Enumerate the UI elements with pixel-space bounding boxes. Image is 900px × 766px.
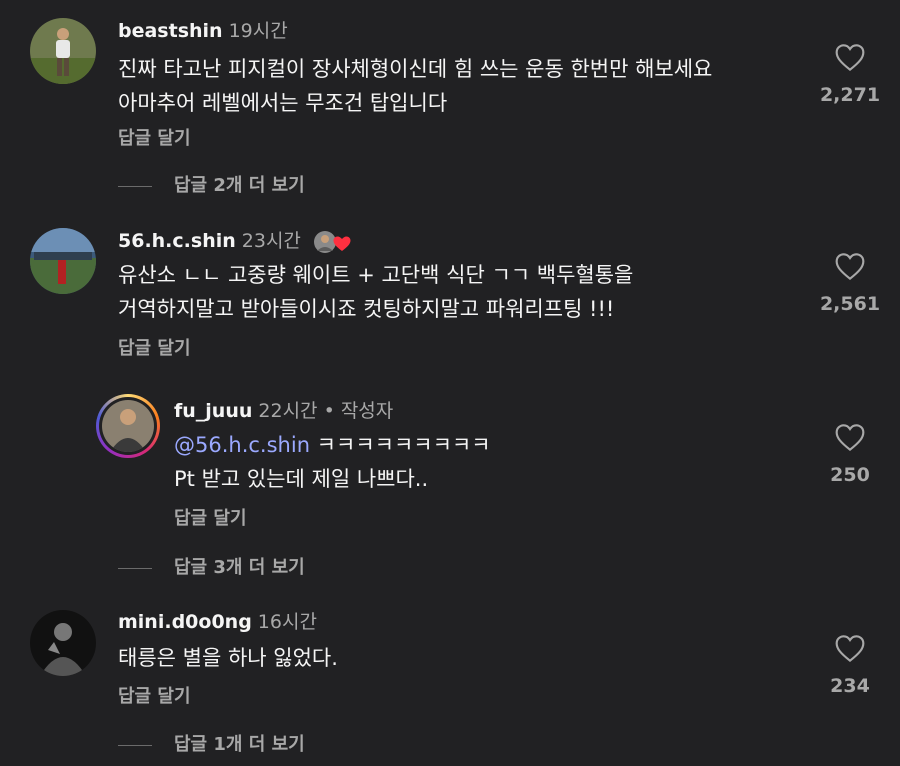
avatar-story-ring[interactable] [96, 394, 160, 458]
timestamp: 19시간 [228, 20, 288, 42]
username[interactable]: mini.d0o0ng [118, 611, 252, 633]
view-replies-button[interactable]: 답글 1개 더 보기 [118, 730, 305, 755]
like-button[interactable]: 250 [805, 422, 895, 486]
timestamp: 23시간 [241, 230, 301, 252]
username[interactable]: fu_juuu [174, 400, 252, 422]
heart-outline-icon [835, 253, 865, 281]
divider-line [118, 567, 152, 569]
comment-line: 유산소 ㄴㄴ 고중량 웨이트 + 고단백 식단 ㄱㄱ 백두혈통을 [118, 263, 634, 287]
divider-line [118, 185, 152, 187]
comment-line: 거역하지말고 받아들이시죠 컷팅하지말고 파워리프팅 !!! [118, 297, 615, 321]
heart-outline-icon [835, 44, 865, 72]
avatar[interactable] [30, 610, 96, 676]
heart-outline-icon [835, 635, 865, 663]
heart-outline-icon [835, 424, 865, 452]
view-replies-label: 답글 1개 더 보기 [174, 734, 305, 755]
view-replies-label: 답글 2개 더 보기 [174, 175, 305, 196]
avatar [102, 400, 154, 452]
reply-button[interactable]: 답글 달기 [118, 334, 191, 360]
like-button[interactable]: 2,561 [805, 251, 895, 315]
mention-link[interactable]: @56.h.c.shin [174, 433, 310, 457]
reply-button[interactable]: 답글 달기 [118, 124, 191, 150]
timestamp: 22시간 [258, 400, 318, 422]
heart-filled-icon [333, 236, 351, 251]
comment-text: @56.h.c.shin ㅋㅋㅋㅋㅋㅋㅋㅋㅋ Pt 받고 있는데 제일 나쁘다.… [174, 428, 491, 496]
comment-line: Pt 받고 있는데 제일 나쁘다.. [174, 467, 429, 491]
author-label: • 작성자 [323, 400, 394, 422]
view-replies-label: 답글 3개 더 보기 [174, 557, 305, 578]
comment-line: 진짜 타고난 피지컬이 장사체형이신데 힘 쓰는 운동 한번만 해보세요 [118, 57, 713, 81]
avatar[interactable] [30, 228, 96, 294]
like-count: 2,271 [819, 84, 881, 106]
username[interactable]: 56.h.c.shin [118, 230, 236, 252]
divider-line [118, 744, 152, 746]
creator-liked-badge [313, 229, 353, 255]
like-button[interactable]: 2,271 [805, 42, 895, 106]
comment-line: ㅋㅋㅋㅋㅋㅋㅋㅋㅋ [310, 433, 491, 457]
comment-text: 유산소 ㄴㄴ 고중량 웨이트 + 고단백 식단 ㄱㄱ 백두혈통을 거역하지말고 … [118, 258, 633, 326]
comment-text: 태릉은 별을 하나 잃었다. [118, 641, 338, 675]
timestamp: 16시간 [257, 611, 317, 633]
reply-button[interactable]: 답글 달기 [118, 682, 191, 708]
like-count: 250 [830, 464, 870, 486]
like-button[interactable]: 234 [805, 633, 895, 697]
like-count: 234 [830, 675, 870, 697]
view-replies-button[interactable]: 답글 2개 더 보기 [118, 171, 305, 196]
reply-button[interactable]: 답글 달기 [174, 504, 247, 530]
like-count: 2,561 [819, 293, 881, 315]
avatar[interactable] [30, 18, 96, 84]
username[interactable]: beastshin [118, 20, 223, 42]
view-replies-button[interactable]: 답글 3개 더 보기 [118, 553, 305, 578]
comment-line: 태릉은 별을 하나 잃었다. [118, 646, 338, 670]
comment-line: 아마추어 레벨에서는 무조건 탑입니다 [118, 91, 448, 115]
comment-text: 진짜 타고난 피지컬이 장사체형이신데 힘 쓰는 운동 한번만 해보세요 아마추… [118, 52, 712, 120]
